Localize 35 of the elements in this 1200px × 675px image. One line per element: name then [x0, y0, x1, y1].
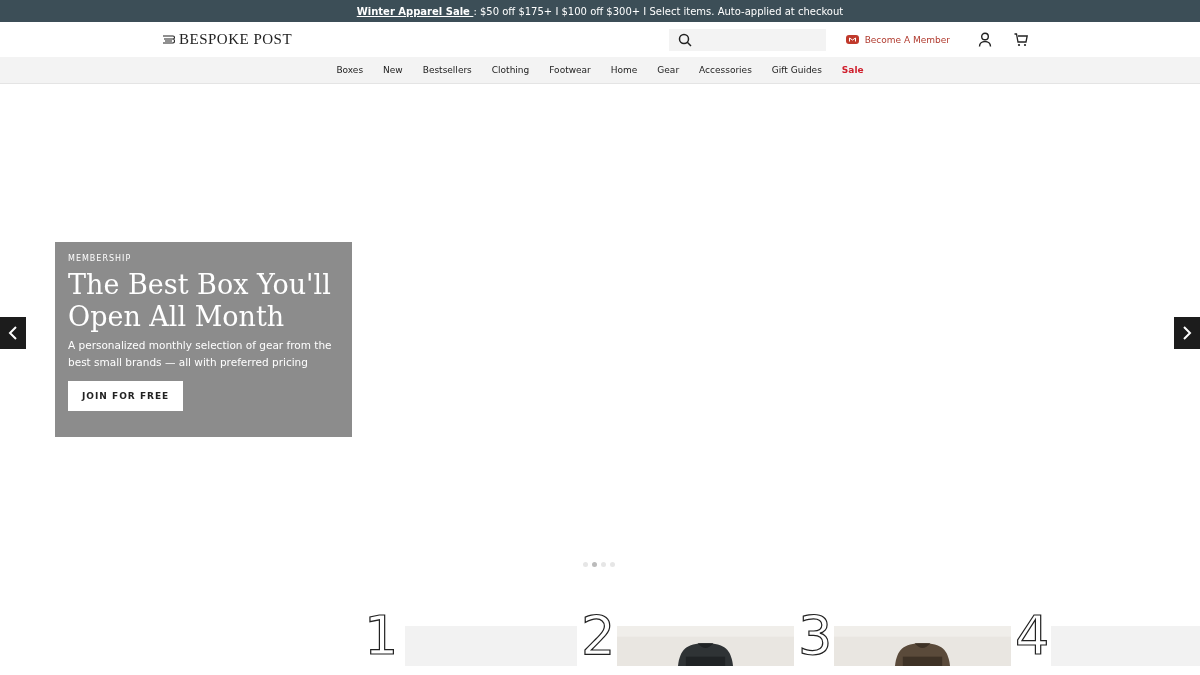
member-badge-icon	[845, 35, 859, 44]
nav-link[interactable]: Home	[610, 65, 638, 75]
hero-text: A personalized monthly selection of gear from the best small brands — all with preferred pricing	[68, 337, 333, 370]
eyebrow-label: MEMBERSHIP	[68, 253, 133, 263]
carousel-dot[interactable]	[601, 562, 606, 567]
promo-text: : $50 off $175+ I $100 off $300+ I Select items. Auto-applied at checkout	[473, 5, 844, 17]
nav-link[interactable]: Gear	[657, 65, 680, 75]
account-icon[interactable]	[978, 32, 992, 47]
step-number: 1	[364, 606, 399, 666]
nav-link[interactable]: New	[383, 65, 403, 75]
chevron-right-icon	[1182, 326, 1192, 340]
step-number: 4	[1015, 606, 1050, 666]
previous-button[interactable]	[0, 317, 26, 349]
step-number: 2	[581, 606, 616, 666]
promo-link[interactable]: Winter Apparel Sale	[356, 5, 474, 17]
nav-link[interactable]: Sale	[841, 65, 864, 75]
chevron-left-icon	[8, 326, 18, 340]
nav-link[interactable]: Accessories	[699, 65, 752, 75]
nav-link[interactable]: Bestsellers	[422, 65, 472, 75]
carousel-dot[interactable]	[610, 562, 615, 567]
hero-title: The Best Box You'll Open All Month	[68, 268, 332, 333]
next-button[interactable]	[1174, 317, 1200, 349]
member-link[interactable]: Become A Member	[845, 34, 950, 45]
nav-link[interactable]: Gift Guides	[771, 65, 822, 75]
step-number: 3	[798, 606, 833, 666]
join-button[interactable]: JOIN FOR FREE	[68, 380, 184, 411]
search-field[interactable]	[668, 28, 826, 51]
carousel-dot[interactable]	[592, 562, 597, 567]
carousel-dot[interactable]	[583, 562, 588, 567]
nav-link[interactable]: Clothing	[491, 65, 530, 75]
search-icon	[677, 32, 692, 47]
nav-link[interactable]: Footwear	[549, 65, 591, 75]
nav-link[interactable]: Boxes	[336, 65, 364, 75]
logo[interactable]: BESPOKE POST	[162, 31, 293, 48]
cart-icon[interactable]	[1014, 32, 1028, 47]
